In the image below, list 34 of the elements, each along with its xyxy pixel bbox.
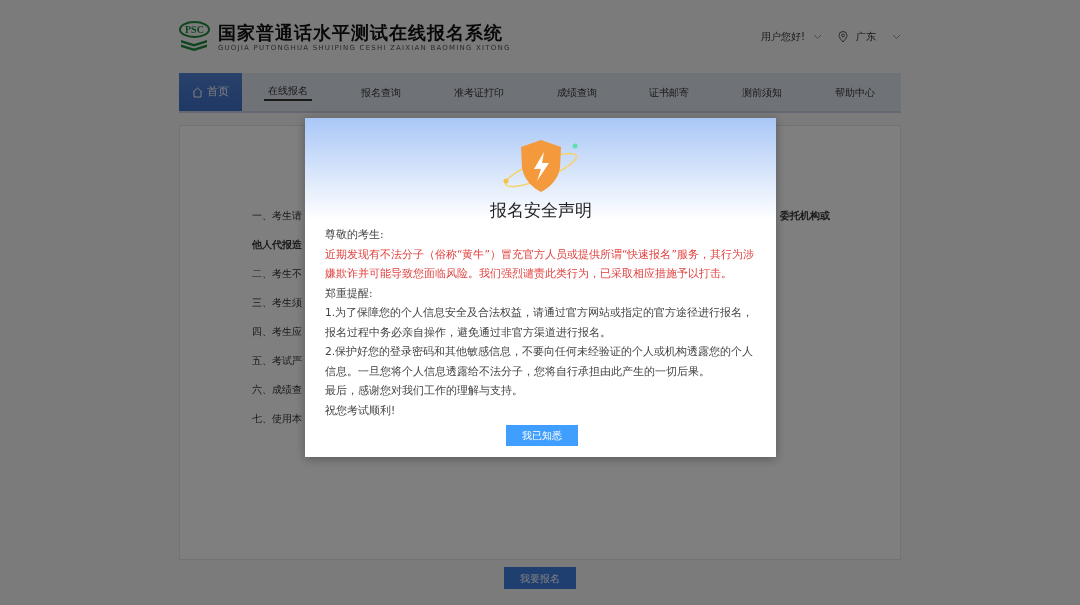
notice-paragraph: 2.保护好您的登录密码和其他敏感信息，不要向任何未经验证的个人或机构透露您的个人信息。一旦您将个人信息透露给不法分子，您将自行承担由此产生的一切后果。: [325, 344, 755, 379]
chevron-down-icon: [892, 33, 901, 40]
nav-tab[interactable]: 证书邮寄: [645, 84, 694, 100]
notice-text: 五、考试严: [252, 355, 302, 366]
user-menu[interactable]: 用户您好!: [761, 29, 805, 44]
nav-tab[interactable]: 成绩查询: [552, 84, 601, 100]
logo-text: PSC: [179, 21, 210, 38]
notice-text: 三、考生须: [252, 297, 302, 308]
site-title: 国家普通话水平测试在线报名系统: [217, 21, 504, 44]
chevron-down-icon: [813, 33, 822, 40]
notice-paragraph: 1.为了保障您的个人信息安全及合法权益，请通过官方网站或指定的官方途径进行报名，报名过程中务必亲自操作，避免通过非官方渠道进行报名。: [325, 305, 755, 340]
warning-paragraph: 近期发现有不法分子（俗称“黄牛”）冒充官方人员或提供所谓“快速报名”服务，其行为涉嫌欺诈并可能导致您面临风险。我们强烈谴责此类行为，已采取相应措施予以打击。: [325, 246, 755, 281]
home-tab[interactable]: 首页: [179, 73, 242, 111]
location-pin-icon: [838, 30, 848, 43]
region-selector[interactable]: 广东: [856, 29, 876, 44]
logo-stripes-icon: [179, 38, 210, 52]
notice-text: 四、考生应: [252, 326, 302, 337]
notice-paragraph: 郑重提醒:: [325, 285, 374, 301]
home-icon: [192, 86, 203, 98]
notice-text: 七、使用本: [252, 413, 302, 424]
notice-text: 他人代报造: [252, 239, 302, 250]
notice-paragraph: 最后，感谢您对我们工作的理解与支持。: [325, 383, 524, 398]
acknowledge-button[interactable]: 我已知悉: [505, 425, 578, 446]
nav-tab[interactable]: 在线报名: [264, 83, 313, 101]
nav-tab[interactable]: 帮助中心: [830, 84, 879, 100]
nav-tab[interactable]: 准考证打印: [449, 84, 508, 100]
register-button[interactable]: 我要报名: [504, 567, 576, 589]
nav-tab[interactable]: 测前须知: [737, 84, 786, 100]
notice-text: 委托机构或: [780, 209, 830, 223]
notice-text: 六、成绩查: [252, 384, 302, 395]
notice-paragraph: 尊敬的考生:: [325, 227, 385, 242]
dialog-title: 报名安全声明: [489, 200, 592, 220]
notice-paragraph: 祝您考试顺利!: [325, 402, 397, 418]
nav-tab[interactable]: 报名查询: [357, 84, 406, 100]
